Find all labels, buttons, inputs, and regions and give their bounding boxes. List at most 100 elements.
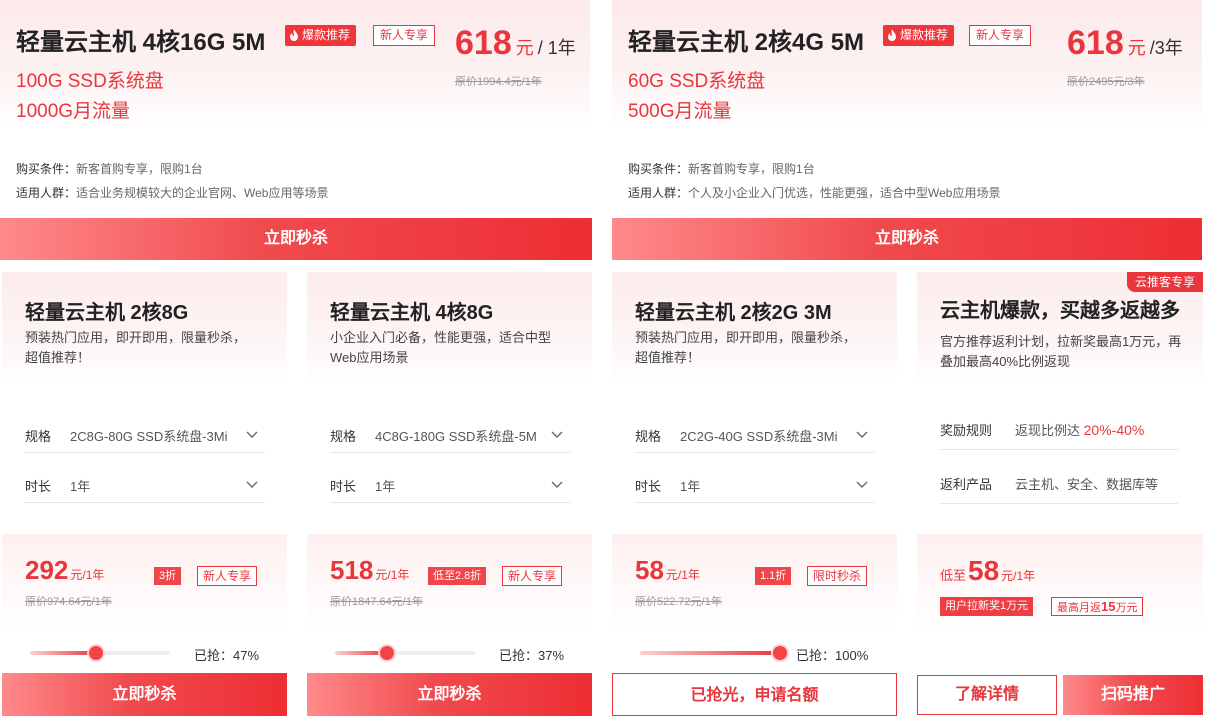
progress-knob (89, 646, 103, 660)
duration-value: 1年 (680, 479, 701, 494)
flash-sale-button[interactable]: 立即秒杀 (0, 218, 592, 260)
purchase-condition: 购买条件：新客首购专享，限购1台 (628, 160, 815, 177)
reward-value: 返现比例达 20%-40% (1015, 420, 1144, 439)
flame-icon (888, 29, 896, 41)
spec-select[interactable]: 规格 4C8G-180G SSD系统盘-5M (330, 417, 570, 453)
stock-progress-bar (335, 646, 475, 660)
card-description: 官方推荐返利计划，拉新奖最高1万元，再叠加最高40%比例返现 (940, 334, 1182, 369)
hot-tag-label: 爆款推荐 (302, 28, 351, 42)
audience-label: 适用人群： (16, 186, 77, 200)
flash-sale-button[interactable]: 立即秒杀 (2, 673, 287, 716)
original-price: 原价974.64元/1年 (25, 596, 112, 608)
price: 618 元/3年 (1067, 24, 1183, 63)
traffic-spec: 500G月流量 (628, 101, 732, 122)
apply-quota-button[interactable]: 已抢光，申请名额 (612, 673, 897, 716)
stock-progress-bar (640, 646, 787, 660)
price-unit: 元/1年 (1001, 569, 1036, 583)
price: 58 元/1年 (635, 555, 700, 586)
price-unit: 元/1年 (665, 568, 700, 582)
purchase-condition: 购买条件：新客首购专享，限购1台 (16, 160, 203, 177)
original-price: 原价1847.64元/1年 (330, 596, 423, 608)
condition-label: 购买条件： (16, 162, 77, 176)
price-number: 292 (25, 555, 69, 585)
flash-sale-button[interactable]: 立即秒杀 (612, 218, 1202, 260)
price: 618 元/ 1年 (455, 24, 576, 63)
disk-spec: 100G SSD系统盘 (16, 71, 164, 92)
audience-value: 个人及小企业入门优选，性能更强，适合中型Web应用场景 (688, 186, 1001, 200)
disk-spec: 60G SSD系统盘 (628, 71, 766, 92)
price-unit: 元 (1127, 38, 1146, 58)
traffic-spec: 1000G月流量 (16, 101, 131, 122)
spec-label: 规格 (330, 429, 357, 444)
price-prefix: 低至 (940, 568, 967, 583)
original-price: 原价522.72元/1年 (635, 596, 722, 608)
chevron-down-icon (551, 481, 563, 488)
chevron-down-icon (856, 431, 868, 438)
price: 低至58 元/1年 (940, 555, 1035, 587)
reward-prefix: 返现比例达 (1015, 423, 1081, 438)
card-title: 云主机爆款，买越多返越多 (940, 300, 1180, 322)
spec-value: 2C2G-40G SSD系统盘-3Mi (680, 429, 838, 444)
spec-select[interactable]: 规格 2C2G-40G SSD系统盘-3Mi (635, 417, 875, 453)
card-title: 轻量云主机 2核4G 5M (628, 29, 865, 56)
grabbed-percent: 已抢：37% (499, 648, 565, 663)
spec-value: 4C8G-180G SSD系统盘-5M (375, 429, 537, 444)
product-value: 云主机、安全、数据库等 (1015, 477, 1159, 492)
learn-more-button[interactable]: 了解详情 (917, 675, 1057, 715)
stock-progress-bar (30, 646, 170, 660)
spec-value: 2C8G-80G SSD系统盘-3Mi (70, 429, 228, 444)
rebate-amount: 15 (1101, 599, 1116, 614)
condition-label: 购买条件： (628, 162, 689, 176)
promo-tag: 新人专享 (502, 566, 563, 586)
card-title: 轻量云主机 2核8G (25, 302, 189, 324)
discount-badge: 1.1折 (755, 567, 792, 585)
duration-select[interactable]: 时长 1年 (635, 467, 875, 503)
affiliate-promo-card: 云推客专享 云主机爆款，买越多返越多 官方推荐返利计划，拉新奖最高1万元，再叠加… (917, 272, 1203, 721)
spec-label: 规格 (635, 429, 662, 444)
flame-icon (290, 29, 298, 41)
duration-select[interactable]: 时长 1年 (330, 467, 570, 503)
rebate-suffix: 万元 (1115, 602, 1138, 614)
duration-label: 时长 (330, 479, 357, 494)
card-description: 预装热门应用，即开即用，限量秒杀，超值推荐！ (635, 330, 857, 365)
product-card-2c8g: 轻量云主机 2核8G 预装热门应用，即开即用，限量秒杀，超值推荐！ 规格 2C8… (2, 272, 287, 721)
progress-fill (30, 651, 96, 655)
condition-value: 新客首购专享，限购1台 (76, 162, 203, 176)
duration-label: 时长 (635, 479, 662, 494)
card-title: 轻量云主机 4核16G 5M (16, 29, 266, 56)
grabbed-percent: 已抢：47% (194, 648, 260, 663)
chevron-down-icon (246, 481, 258, 488)
reward-rule-row: 奖励规则 返现比例达 20%-40% (940, 414, 1178, 450)
chevron-down-icon (246, 431, 258, 438)
discount-badge: 低至2.8折 (428, 567, 487, 585)
scan-promote-button[interactable]: 扫码推广 (1063, 675, 1203, 715)
target-audience: 适用人群：个人及小企业入门优选，性能更强，适合中型Web应用场景 (628, 184, 1000, 201)
rebate-prefix: 最高月返 (1057, 602, 1101, 614)
card-description: 预装热门应用，即开即用，限量秒杀，超值推荐！ (25, 330, 247, 365)
affiliate-tag: 云推客专享 (1126, 272, 1203, 292)
reward-highlight: 20%-40% (1083, 422, 1145, 438)
hot-tag-label: 爆款推荐 (900, 28, 949, 42)
product-card-4c8g: 轻量云主机 4核8G 小企业入门必备，性能更强，适合中型Web应用场景 规格 4… (307, 272, 592, 721)
price-period: /3年 (1149, 38, 1183, 58)
chevron-down-icon (856, 481, 868, 488)
monthly-rebate-tag: 最高月返15万元 (1051, 597, 1144, 616)
original-price: 原价1994.4元/1年 (455, 76, 542, 88)
duration-select[interactable]: 时长 1年 (25, 467, 265, 503)
card-title: 轻量云主机 2核2G 3M (635, 302, 832, 324)
grabbed-percent: 已抢：100% (796, 648, 869, 663)
flash-sale-button[interactable]: 立即秒杀 (307, 673, 592, 716)
spec-select[interactable]: 规格 2C8G-80G SSD系统盘-3Mi (25, 417, 265, 453)
condition-value: 新客首购专享，限购1台 (688, 162, 815, 176)
spec-label: 规格 (25, 429, 52, 444)
discount-badge: 3折 (154, 567, 182, 585)
audience-value: 适合业务规模较大的企业官网、Web应用等场景 (76, 186, 329, 200)
reward-product-row: 返利产品 云主机、安全、数据库等 (940, 468, 1178, 504)
new-user-tag: 新人专享 (969, 25, 1032, 46)
price-unit: 元/1年 (70, 568, 105, 582)
price-number: 58 (635, 555, 664, 585)
reward-label: 奖励规则 (940, 423, 993, 438)
top-card-2: 轻量云主机 2核4G 5M 爆款推荐 新人专享 60G SSD系统盘 500G月… (612, 0, 1202, 216)
duration-value: 1年 (70, 479, 91, 494)
target-audience: 适用人群：适合业务规模较大的企业官网、Web应用等场景 (16, 184, 328, 201)
